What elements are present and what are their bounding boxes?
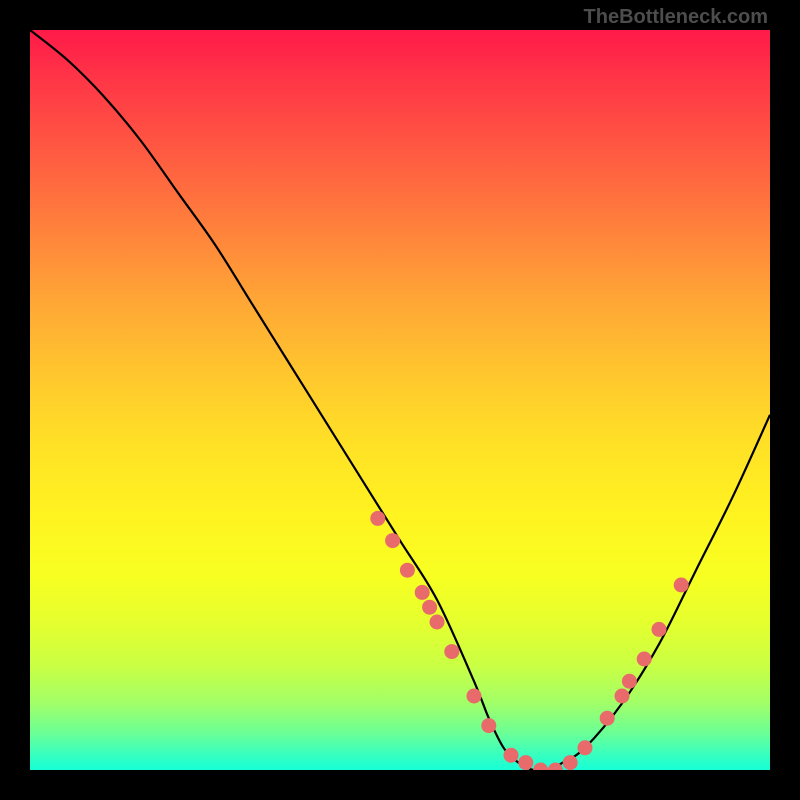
marker-group xyxy=(370,511,688,770)
watermark-text: TheBottleneck.com xyxy=(584,6,768,29)
marker-dot xyxy=(467,689,482,704)
bottleneck-curve xyxy=(30,30,770,770)
marker-dot xyxy=(370,511,385,526)
marker-dot xyxy=(563,755,578,770)
marker-dot xyxy=(637,652,652,667)
marker-dot xyxy=(652,622,667,637)
marker-dot xyxy=(615,689,630,704)
marker-dot xyxy=(385,533,400,548)
marker-dot xyxy=(533,763,548,771)
marker-dot xyxy=(415,585,430,600)
marker-dot xyxy=(504,748,519,763)
marker-dot xyxy=(422,600,437,615)
marker-dot xyxy=(578,740,593,755)
marker-dot xyxy=(622,674,637,689)
marker-dot xyxy=(400,563,415,578)
marker-dot xyxy=(518,755,533,770)
marker-dot xyxy=(600,711,615,726)
marker-dot xyxy=(444,644,459,659)
marker-dot xyxy=(674,578,689,593)
marker-dot xyxy=(481,718,496,733)
marker-dot xyxy=(430,615,445,630)
